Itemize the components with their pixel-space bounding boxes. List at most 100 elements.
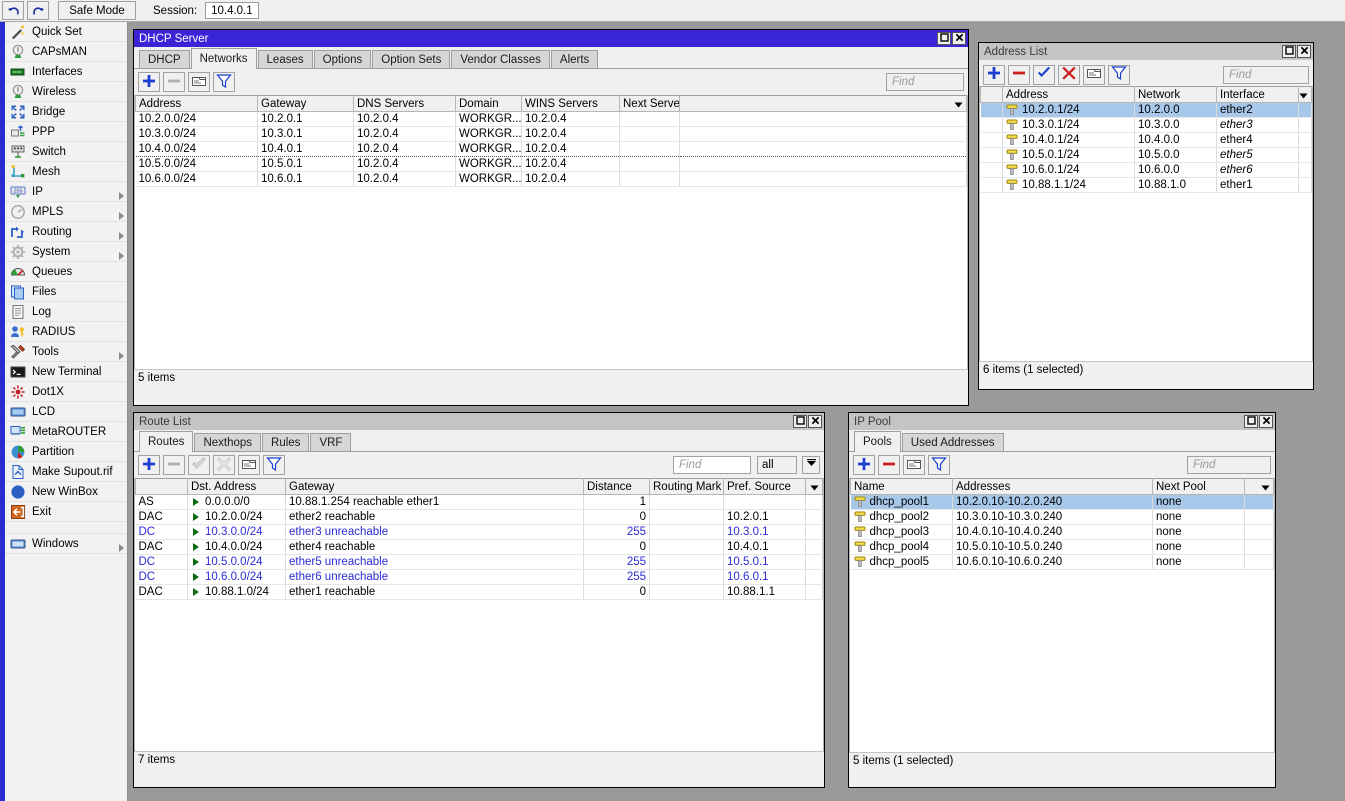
table-row[interactable]: DC 10.3.0.0/24 ether3 unreachable 255 10.3.0… [135, 524, 823, 540]
safe-mode-button[interactable]: Safe Mode [58, 1, 136, 20]
table-row[interactable]: 10.2.0.1/24 10.2.0.0 ether2 [980, 102, 1312, 118]
column-header[interactable]: Distance [583, 478, 650, 495]
column-header[interactable]: Addresses [952, 478, 1153, 495]
dhcp-filter-button[interactable] [213, 72, 235, 92]
table-row[interactable]: 10.3.0.0/24 10.3.0.1 10.2.0.4 WORKGR... 10.2… [135, 126, 967, 142]
table-row[interactable]: 10.5.0.1/24 10.5.0.0 ether5 [980, 147, 1312, 163]
table-row[interactable]: 10.3.0.1/24 10.3.0.0 ether3 [980, 117, 1312, 133]
table-row[interactable]: dhcp_pool1 10.2.0.10-10.2.0.240 none [850, 494, 1274, 510]
maximize-button[interactable] [1244, 415, 1258, 428]
sidebar-item-wireless[interactable]: Wireless [5, 82, 127, 102]
sidebar-item-make-supout-rif[interactable]: Make Supout.rif [5, 462, 127, 482]
tab-alerts[interactable]: Alerts [550, 50, 599, 68]
column-header[interactable]: Gateway [285, 478, 584, 495]
address-cross-button[interactable] [1058, 64, 1080, 85]
tab-rules[interactable]: Rules [262, 433, 310, 451]
tab-leases[interactable]: Leases [257, 50, 313, 68]
column-header[interactable]: Domain [455, 95, 522, 112]
close-button[interactable] [808, 415, 822, 428]
column-chooser-button[interactable] [1244, 478, 1274, 495]
close-button[interactable] [1297, 45, 1311, 58]
column-header[interactable]: DNS Servers [353, 95, 456, 112]
close-button[interactable] [952, 32, 966, 45]
column-header[interactable]: Pref. Source [723, 478, 806, 495]
table-row[interactable]: 10.4.0.0/24 10.4.0.1 10.2.0.4 WORKGR... 10.2… [135, 141, 967, 157]
sidebar-item-dot1x[interactable]: Dot1X [5, 382, 127, 402]
route-comment-button[interactable] [238, 455, 260, 475]
sidebar-item-queues[interactable]: Queues [5, 262, 127, 282]
route-filter-select[interactable]: all [757, 456, 797, 474]
column-header[interactable]: Gateway [257, 95, 354, 112]
sidebar-item-bridge[interactable]: Bridge [5, 102, 127, 122]
tab-networks[interactable]: Networks [190, 48, 257, 69]
table-row[interactable]: 10.88.1.1/24 10.88.1.0 ether1 [980, 177, 1312, 193]
route-window-titlebar[interactable]: Route List [134, 413, 824, 430]
table-row[interactable]: 10.4.0.1/24 10.4.0.0 ether4 [980, 132, 1312, 148]
route-plus-button[interactable] [138, 455, 160, 475]
column-header[interactable]: Network [1134, 86, 1217, 103]
redo-button[interactable] [27, 1, 49, 20]
dhcp-find-input[interactable]: Find [886, 73, 964, 91]
close-button[interactable] [1259, 415, 1273, 428]
pool-minus-button[interactable] [878, 455, 900, 475]
sidebar-item-mesh[interactable]: Mesh [5, 162, 127, 182]
address-minus-button[interactable] [1008, 64, 1030, 85]
tab-vendor-classes[interactable]: Vendor Classes [451, 50, 550, 68]
tab-used-addresses[interactable]: Used Addresses [901, 433, 1004, 451]
table-row[interactable]: dhcp_pool3 10.4.0.10-10.4.0.240 none [850, 524, 1274, 540]
column-header[interactable]: Next Pool [1152, 478, 1245, 495]
sidebar-item-lcd[interactable]: LCD [5, 402, 127, 422]
sidebar-item-new-terminal[interactable]: New Terminal [5, 362, 127, 382]
tab-vrf[interactable]: VRF [310, 433, 352, 451]
column-chooser-button[interactable] [805, 478, 823, 495]
sidebar-item-routing[interactable]: Routing [5, 222, 127, 242]
sidebar-item-switch[interactable]: Switch [5, 142, 127, 162]
table-row[interactable]: DAC 10.88.1.0/24 ether1 reachable 0 10.88.1.… [135, 584, 823, 600]
pool-filter-button[interactable] [928, 455, 950, 475]
sidebar-item-windows[interactable]: Windows [5, 534, 127, 554]
sidebar-item-files[interactable]: Files [5, 282, 127, 302]
sidebar-item-quick-set[interactable]: Quick Set [5, 22, 127, 42]
sidebar-item-exit[interactable]: Exit [5, 502, 127, 522]
sidebar-item-ip[interactable]: 255 IP [5, 182, 127, 202]
column-header[interactable] [135, 478, 188, 495]
sidebar-item-ppp[interactable]: PPP [5, 122, 127, 142]
column-header[interactable]: WINS Servers [521, 95, 620, 112]
address-comment-button[interactable] [1083, 64, 1105, 85]
table-row[interactable]: 10.5.0.0/24 10.5.0.1 10.2.0.4 WORKGR... 10.2… [135, 156, 967, 172]
column-header[interactable]: Next Server [619, 95, 680, 112]
tab-dhcp[interactable]: DHCP [139, 50, 190, 68]
table-row[interactable]: DC 10.6.0.0/24 ether6 unreachable 255 10.6.0… [135, 569, 823, 585]
sidebar-item-system[interactable]: System [5, 242, 127, 262]
dhcp-window-titlebar[interactable]: DHCP Server [134, 30, 968, 47]
sidebar-item-partition[interactable]: Partition [5, 442, 127, 462]
tab-options[interactable]: Options [313, 50, 372, 68]
pool-find-input[interactable]: Find [1187, 456, 1271, 474]
table-row[interactable]: 10.2.0.0/24 10.2.0.1 10.2.0.4 WORKGR... 10.2… [135, 111, 967, 127]
sidebar-item-radius[interactable]: RADIUS [5, 322, 127, 342]
table-row[interactable]: dhcp_pool4 10.5.0.10-10.5.0.240 none [850, 539, 1274, 555]
pool-comment-button[interactable] [903, 455, 925, 475]
tab-option-sets[interactable]: Option Sets [372, 50, 451, 68]
column-chooser-button[interactable] [1298, 86, 1312, 103]
table-row[interactable]: 10.6.0.0/24 10.6.0.1 10.2.0.4 WORKGR... 10.2… [135, 171, 967, 187]
dhcp-plus-button[interactable] [138, 72, 160, 92]
column-header[interactable] [980, 86, 1003, 103]
table-row[interactable]: 10.6.0.1/24 10.6.0.0 ether6 [980, 162, 1312, 178]
address-check-button[interactable] [1033, 64, 1055, 85]
table-row[interactable]: DAC 10.2.0.0/24 ether2 reachable 0 10.2.0.1 [135, 509, 823, 525]
maximize-button[interactable] [793, 415, 807, 428]
sidebar-item-mpls[interactable]: MPLS [5, 202, 127, 222]
tab-pools[interactable]: Pools [854, 431, 901, 452]
tab-nexthops[interactable]: Nexthops [194, 433, 262, 451]
route-filter-dropdown-button[interactable] [802, 456, 820, 474]
route-find-input[interactable]: Find [673, 456, 751, 474]
tab-routes[interactable]: Routes [139, 431, 194, 452]
sidebar-item-log[interactable]: Log [5, 302, 127, 322]
sidebar-item-capsman[interactable]: CAPsMAN [5, 42, 127, 62]
column-header[interactable]: Name [850, 478, 953, 495]
column-header[interactable]: Routing Mark [649, 478, 724, 495]
column-header[interactable]: Address [135, 95, 258, 112]
sidebar-item-new-winbox[interactable]: New WinBox [5, 482, 127, 502]
column-header[interactable]: Interface [1216, 86, 1299, 103]
